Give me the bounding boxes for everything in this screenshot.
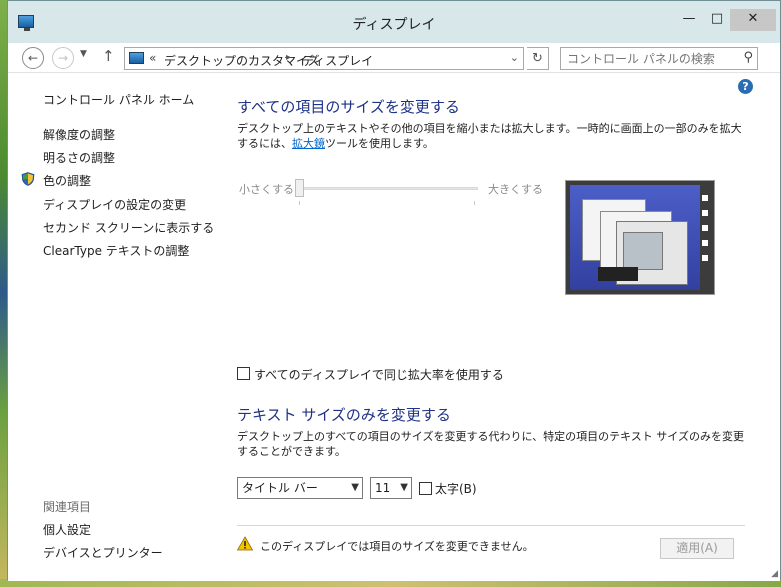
heading-text-size: テキスト サイズのみを変更する bbox=[237, 406, 451, 424]
display-window: ディスプレイ — □ ✕ ← → ▼ ↑ « デスクトップのカスタマイズ ▸ デ… bbox=[7, 0, 781, 581]
preview-taskbar bbox=[598, 267, 638, 281]
search-box[interactable]: ⚲ bbox=[560, 47, 758, 70]
preview-start-tiles bbox=[702, 195, 708, 275]
arrow-up-icon: ↑ bbox=[102, 47, 115, 65]
size-preview-image bbox=[565, 180, 715, 295]
search-icon[interactable]: ⚲ bbox=[743, 50, 753, 65]
heading-change-size: すべての項目のサイズを変更する bbox=[237, 98, 460, 116]
preview-window-pane bbox=[623, 232, 663, 270]
refresh-button[interactable]: ↻ bbox=[527, 47, 549, 70]
font-size-select[interactable]: 11 ▼ bbox=[370, 477, 412, 499]
sidebar-related-personalize[interactable]: 個人設定 bbox=[43, 521, 91, 538]
shield-icon bbox=[21, 172, 35, 186]
up-button[interactable]: ↑ bbox=[102, 47, 115, 65]
sidebar-item-brightness[interactable]: 明るさの調整 bbox=[43, 149, 115, 166]
same-scale-label[interactable]: すべてのディスプレイで同じ拡大率を使用する bbox=[254, 366, 504, 383]
sidebar-home-link[interactable]: コントロール パネル ホーム bbox=[43, 91, 194, 108]
description-text-size: デスクトップ上のすべての項目のサイズを変更する代わりに、特定の項目のテキスト サ… bbox=[237, 430, 744, 458]
resize-grip-icon[interactable]: ◢ bbox=[771, 569, 778, 579]
warning-message: このディスプレイでは項目のサイズを変更できません。 bbox=[260, 540, 534, 553]
slider-max-label: 大きくする bbox=[488, 183, 543, 196]
chevron-down-icon: ▼ bbox=[400, 482, 408, 493]
slider-min-label: 小さくする bbox=[239, 183, 294, 196]
description-text-end: ツールを使用します。 bbox=[325, 137, 434, 150]
chevron-down-icon: ▼ bbox=[351, 482, 359, 493]
sidebar-item-resolution[interactable]: 解像度の調整 bbox=[43, 126, 115, 143]
control-panel-icon bbox=[129, 52, 144, 64]
preview-desktop bbox=[570, 185, 700, 290]
maximize-button[interactable]: □ bbox=[704, 9, 730, 31]
bold-label[interactable]: 太字(B) bbox=[435, 480, 477, 497]
arrow-left-icon: ← bbox=[27, 51, 39, 65]
address-toolbar: ← → ▼ ↑ « デスクトップのカスタマイズ ▸ ディスプレイ ⌄ ↻ ⚲ bbox=[8, 43, 780, 73]
address-dropdown-icon[interactable]: ⌄ bbox=[510, 51, 519, 64]
search-input[interactable] bbox=[561, 48, 733, 69]
refresh-icon: ↻ bbox=[532, 51, 543, 66]
window-title: ディスプレイ bbox=[352, 17, 436, 33]
sidebar-item-cleartype[interactable]: ClearType テキストの調整 bbox=[43, 242, 189, 259]
sidebar-item-second-screen[interactable]: セカンド スクリーンに表示する bbox=[43, 219, 214, 236]
slider-tick bbox=[474, 201, 475, 205]
item-select-value: タイトル バー bbox=[242, 481, 318, 495]
back-button[interactable]: ← bbox=[22, 47, 44, 69]
forward-button[interactable]: → bbox=[52, 47, 74, 69]
slider-tick bbox=[299, 201, 300, 205]
breadcrumb-display[interactable]: ディスプレイ bbox=[302, 52, 373, 69]
arrow-right-icon: → bbox=[57, 51, 69, 65]
sidebar-item-display-settings[interactable]: ディスプレイの設定の変更 bbox=[43, 196, 186, 213]
recent-locations-button[interactable]: ▼ bbox=[80, 49, 87, 59]
breadcrumb-overflow-icon[interactable]: « bbox=[149, 51, 156, 65]
title-bar[interactable]: ディスプレイ — □ ✕ bbox=[8, 1, 780, 43]
breadcrumb-separator-icon[interactable]: ▸ bbox=[286, 52, 291, 63]
same-scale-checkbox[interactable] bbox=[237, 367, 250, 380]
size-slider-track[interactable] bbox=[298, 187, 478, 190]
address-bar[interactable]: « デスクトップのカスタマイズ ▸ ディスプレイ ⌄ bbox=[124, 47, 524, 70]
magnifier-link[interactable]: 拡大鏡 bbox=[292, 137, 325, 150]
help-icon[interactable]: ? bbox=[738, 79, 753, 94]
apply-button[interactable]: 適用(A) bbox=[660, 538, 734, 559]
description-change-size: デスクトップ上のテキストやその他の項目を縮小または拡大します。一時的に画面上の一… bbox=[237, 121, 747, 151]
breadcrumb-customize-desktop[interactable]: デスクトップのカスタマイズ bbox=[164, 52, 320, 69]
bold-checkbox[interactable] bbox=[419, 482, 432, 495]
sidebar-item-color[interactable]: 色の調整 bbox=[43, 172, 91, 189]
close-button[interactable]: ✕ bbox=[730, 9, 776, 31]
related-heading: 関連項目 bbox=[43, 500, 92, 514]
minimize-button[interactable]: — bbox=[676, 9, 702, 31]
chevron-down-icon: ▼ bbox=[80, 49, 87, 59]
font-size-value: 11 bbox=[375, 481, 391, 495]
size-slider-thumb[interactable] bbox=[295, 179, 304, 197]
sidebar-related-devices[interactable]: デバイスとプリンター bbox=[43, 544, 163, 561]
divider bbox=[237, 525, 745, 526]
warning-icon bbox=[237, 536, 253, 551]
content-area: ? コントロール パネル ホーム 解像度の調整 明るさの調整 色の調整 ディスプ… bbox=[8, 73, 780, 581]
item-select[interactable]: タイトル バー ▼ bbox=[237, 477, 363, 499]
